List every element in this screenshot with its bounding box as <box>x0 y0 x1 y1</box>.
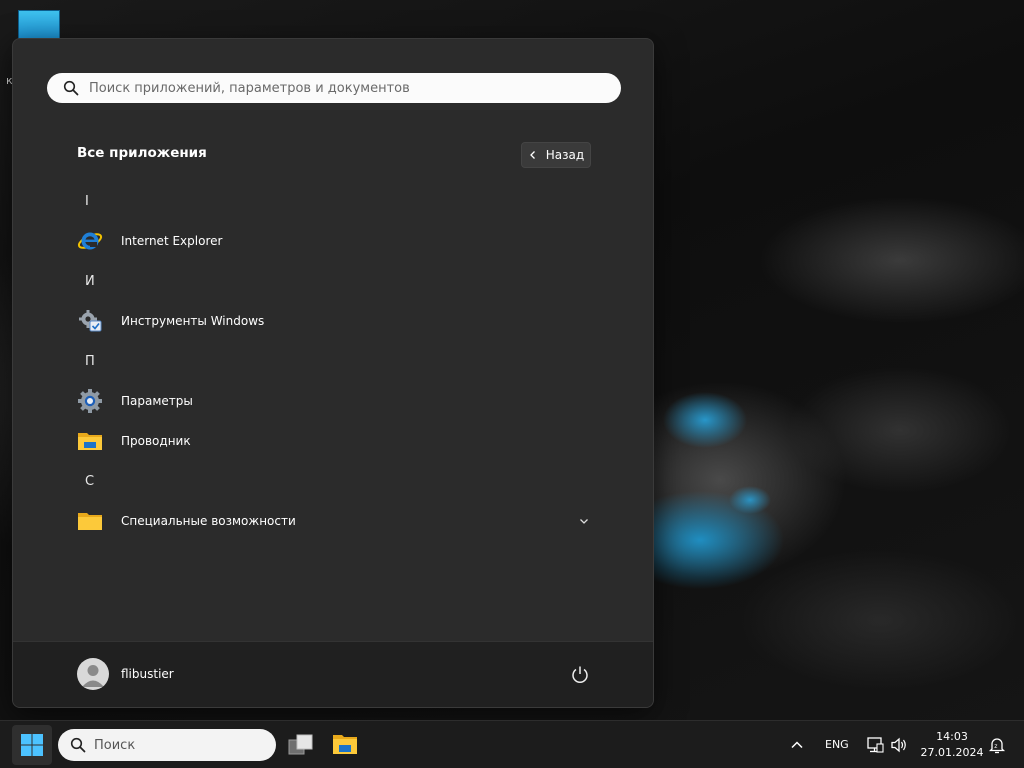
app-internet-explorer[interactable]: Internet Explorer <box>13 221 653 261</box>
app-label: Проводник <box>121 434 191 448</box>
app-file-explorer[interactable]: Проводник <box>13 421 653 461</box>
desktop-shortcut-icon[interactable] <box>18 10 60 40</box>
notification-bell-icon[interactable]: z <box>988 736 1006 754</box>
letter-header-p[interactable]: П <box>13 341 653 381</box>
letter-label: С <box>85 473 95 489</box>
start-search-box[interactable] <box>47 73 621 103</box>
back-button[interactable]: Назад <box>521 142 591 168</box>
taskbar: Поиск ENG 14:03 27.01.2024 z <box>0 720 1024 768</box>
start-search-input[interactable] <box>89 80 609 96</box>
letter-header-s[interactable]: С <box>13 461 653 501</box>
clock[interactable]: 14:03 27.01.2024 <box>920 729 984 761</box>
network-icon[interactable] <box>866 736 884 754</box>
search-icon <box>63 80 79 96</box>
windows-tools-icon <box>77 308 103 334</box>
app-label: Инструменты Windows <box>121 314 265 328</box>
windows-logo-icon <box>21 734 43 756</box>
file-explorer-taskbar-icon[interactable] <box>332 731 358 757</box>
all-apps-list: I Internet Explorer И Инструменты Window… <box>13 181 653 541</box>
app-windows-tools[interactable]: Инструменты Windows <box>13 301 653 341</box>
chevron-up-icon[interactable] <box>790 738 804 752</box>
settings-gear-icon <box>77 388 103 414</box>
svg-text:z: z <box>994 743 997 750</box>
app-label: Internet Explorer <box>121 234 223 248</box>
app-folder-accessibility[interactable]: Специальные возможности <box>13 501 653 541</box>
taskbar-search-label: Поиск <box>94 737 136 753</box>
back-button-label: Назад <box>545 148 585 162</box>
language-indicator[interactable]: ENG <box>825 738 849 751</box>
volume-icon[interactable] <box>890 736 908 754</box>
letter-header-i-cyrillic[interactable]: И <box>13 261 653 301</box>
chevron-left-icon <box>529 151 535 159</box>
letter-header-i[interactable]: I <box>13 181 653 221</box>
user-avatar-icon <box>82 665 104 687</box>
clock-date: 27.01.2024 <box>920 746 984 759</box>
app-label: Специальные возможности <box>121 514 296 528</box>
clock-time: 14:03 <box>936 730 968 743</box>
all-apps-header: Все приложения <box>77 145 207 161</box>
letter-label: И <box>85 273 95 289</box>
search-icon <box>70 737 86 753</box>
letter-label: П <box>85 353 95 369</box>
letter-label: I <box>85 193 89 209</box>
power-icon[interactable] <box>569 664 591 686</box>
start-button[interactable] <box>12 725 52 765</box>
chevron-down-icon[interactable] <box>579 516 589 526</box>
task-view-icon[interactable] <box>288 733 314 757</box>
app-label: Параметры <box>121 394 193 408</box>
taskbar-search[interactable]: Поиск <box>58 729 276 761</box>
user-name[interactable]: flibustier <box>121 667 174 681</box>
user-bar: flibustier <box>13 641 653 707</box>
avatar[interactable] <box>77 658 109 690</box>
internet-explorer-icon <box>77 228 103 254</box>
file-explorer-icon <box>77 428 103 454</box>
app-settings[interactable]: Параметры <box>13 381 653 421</box>
folder-icon <box>77 508 103 534</box>
start-menu: Все приложения Назад I Internet Explorer <box>12 38 654 708</box>
